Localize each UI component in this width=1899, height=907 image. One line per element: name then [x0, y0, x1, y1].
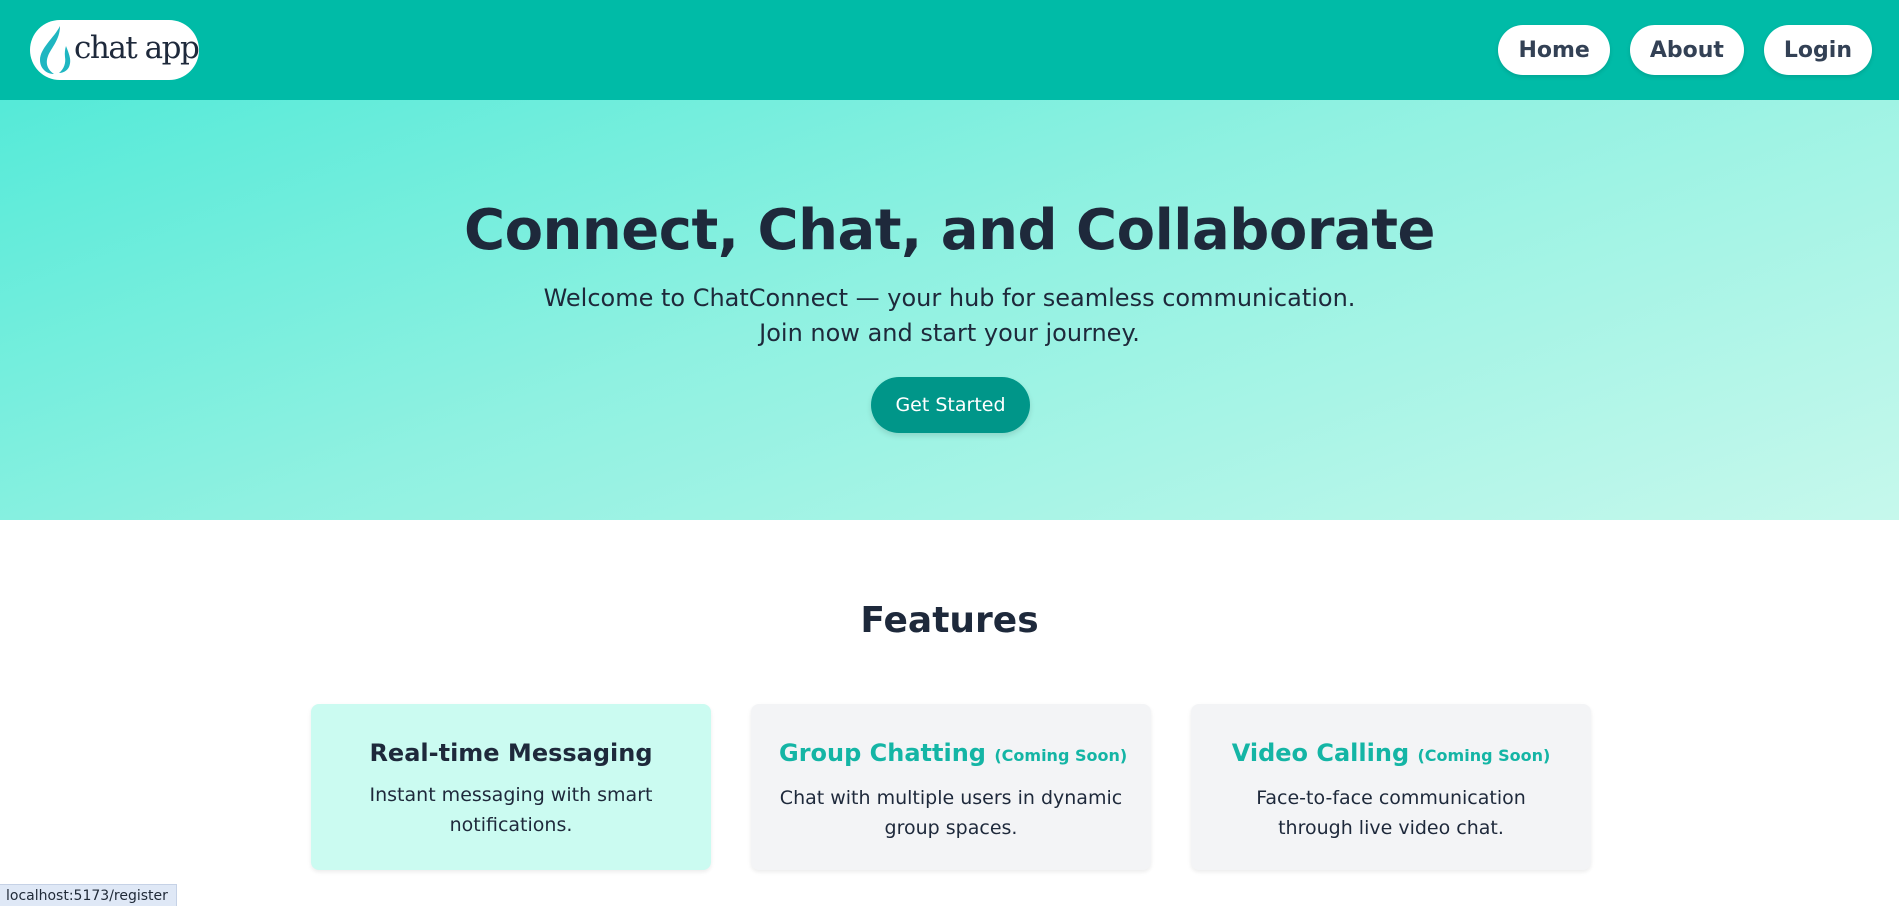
browser-status-url: localhost:5173/register	[0, 884, 177, 906]
feature-card-description: Instant messaging with smart notificatio…	[369, 784, 653, 836]
feature-card-description: Chat with multiple users in dynamic grou…	[779, 787, 1123, 839]
feature-card-title: Group Chatting (Coming Soon)	[779, 738, 1127, 771]
main-nav: Home About Login	[1498, 25, 1872, 75]
coming-soon-badge: (Coming Soon)	[1417, 746, 1551, 765]
feature-card-group-chatting[interactable]: Group Chatting (Coming Soon) Chat with m…	[751, 704, 1151, 870]
app-logo[interactable]: chat app	[30, 20, 200, 80]
nav-home-button[interactable]: Home	[1498, 25, 1610, 75]
nav-about-button[interactable]: About	[1629, 25, 1744, 75]
feature-card-title-text: Group Chatting	[779, 739, 986, 767]
nav-login-button[interactable]: Login	[1763, 25, 1872, 75]
hero-section: Connect, Chat, and Collaborate Welcome t…	[0, 100, 1899, 520]
hero-title: Connect, Chat, and Collaborate	[463, 198, 1436, 263]
feature-card-title: Video Calling (Coming Soon)	[1219, 738, 1563, 771]
feature-card-title-text: Real-time Messaging	[369, 739, 653, 767]
feature-card-realtime-messaging[interactable]: Real-time Messaging Instant messaging wi…	[311, 704, 711, 870]
feature-card-title: Real-time Messaging	[339, 738, 683, 768]
get-started-button[interactable]: Get Started	[871, 377, 1030, 433]
features-title: Features	[860, 600, 1039, 641]
droplet-icon	[40, 26, 71, 74]
coming-soon-badge: (Coming Soon)	[994, 746, 1128, 765]
feature-card-video-calling[interactable]: Video Calling (Coming Soon) Face-to-face…	[1191, 704, 1591, 870]
logo-text: chat app	[74, 29, 200, 66]
top-header: chat app Home About Login	[0, 0, 1899, 100]
hero-subtitle: Welcome to ChatConnect — your hub for se…	[543, 284, 1356, 347]
feature-card-title-text: Video Calling	[1231, 739, 1410, 767]
feature-card-description: Face-to-face communication through live …	[1256, 787, 1526, 839]
